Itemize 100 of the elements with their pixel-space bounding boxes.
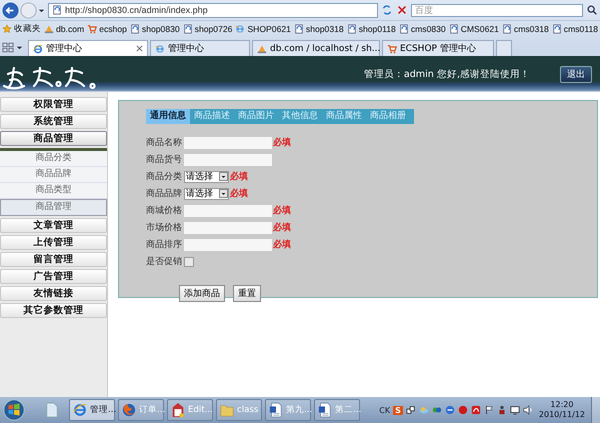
logout-button[interactable]: 退出 — [560, 66, 592, 82]
input-field[interactable] — [184, 222, 272, 234]
required-mark: 必填 — [273, 136, 291, 149]
form-button[interactable]: 添加商品 — [179, 285, 225, 302]
show-desktop-button[interactable] — [591, 397, 600, 423]
input-language-indicator[interactable]: CK — [379, 406, 390, 414]
menu-item[interactable]: 上传管理 — [0, 235, 107, 250]
page-icon — [448, 24, 459, 34]
network-icon[interactable] — [406, 405, 416, 415]
menu-item[interactable]: 系统管理 — [0, 114, 107, 129]
browser-tab[interactable]: 管理中心 — [28, 40, 148, 56]
select-field[interactable]: 请选择 — [184, 170, 229, 182]
dropdown-arrow-icon[interactable] — [38, 6, 45, 14]
field-label: 商品排序 — [146, 238, 182, 251]
flag-icon[interactable] — [484, 405, 494, 415]
menu-item[interactable]: 留言管理 — [0, 252, 107, 267]
document-icon — [318, 402, 332, 418]
taskbar-button[interactable]: 管理... — [69, 399, 115, 421]
menu-item[interactable]: 其它参数管理 — [0, 303, 107, 318]
field-label: 商品分类 — [146, 170, 182, 183]
stop-icon[interactable] — [396, 4, 408, 16]
sail-icon — [44, 24, 54, 34]
page-icon — [346, 24, 357, 34]
field-label: 商品品牌 — [146, 188, 182, 200]
sail-icon — [257, 44, 267, 54]
menu-item[interactable]: 权限管理 — [0, 97, 107, 112]
ie-logo-icon — [33, 44, 43, 54]
back-button[interactable] — [2, 2, 19, 18]
field-label: 商品名称 — [146, 136, 182, 149]
firefox-icon — [122, 402, 136, 418]
field-label: 是否促销 — [146, 256, 182, 268]
input-method-badge[interactable]: S — [393, 406, 403, 414]
globe-icon — [155, 44, 165, 54]
favorite-link[interactable]: shop0726 — [182, 24, 232, 34]
required-mark: 必填 — [273, 238, 291, 251]
input-field[interactable] — [184, 204, 272, 216]
file-icon — [45, 402, 59, 418]
record-icon[interactable] — [458, 405, 468, 415]
input-field[interactable] — [184, 136, 272, 148]
submenu-item[interactable]: 商品分类 — [0, 151, 107, 167]
editor-icon — [171, 402, 185, 418]
figure-icon[interactable] — [496, 405, 507, 415]
required-mark: 必填 — [273, 221, 291, 234]
ie-logo-icon — [73, 402, 87, 418]
favorite-link[interactable]: cms0318 — [502, 24, 549, 34]
required-mark: 必填 — [230, 170, 248, 183]
start-button[interactable] — [3, 399, 25, 421]
menu-item[interactable]: 友情链接 — [0, 286, 107, 301]
favorite-link[interactable]: cms0830 — [398, 24, 446, 34]
field-label: 商品货号 — [146, 154, 182, 166]
greeting-text: 管理员：admin 您好,感谢登陆使用！ — [364, 68, 530, 80]
favorite-link[interactable]: shop0830 — [130, 24, 180, 34]
field-label: 商城价格 — [146, 204, 182, 217]
clock-time[interactable]: 12:20 — [550, 400, 574, 410]
document-icon — [269, 402, 283, 418]
favorite-link[interactable]: ecshop — [87, 24, 127, 34]
favorite-link[interactable]: cms0118 — [552, 24, 598, 34]
refresh-icon[interactable] — [381, 4, 393, 16]
quick-tabs-icon[interactable] — [2, 42, 14, 53]
favorite-link[interactable]: CMS0621 — [448, 24, 499, 34]
browser-tab[interactable]: 管理中心 — [150, 40, 250, 56]
browser-tab[interactable]: db.com / localhost / sh... — [252, 40, 380, 56]
menu-item[interactable]: 文章管理 — [0, 218, 107, 233]
submenu-item[interactable]: 商品管理 — [0, 199, 107, 216]
required-mark: 必填 — [230, 187, 248, 200]
search-icon[interactable] — [586, 4, 598, 16]
browser-tab[interactable]: ECSHOP 管理中心 — [382, 40, 494, 56]
favorite-link[interactable]: SHOP0621 — [235, 24, 291, 34]
page-icon — [130, 24, 140, 34]
page-icon — [502, 24, 512, 34]
input-field[interactable] — [184, 238, 272, 250]
submenu-item[interactable]: 商品品牌 — [0, 167, 107, 183]
menu-item[interactable]: 广告管理 — [0, 269, 107, 284]
star-icon — [2, 24, 12, 34]
required-mark: 必填 — [273, 204, 291, 217]
form-button[interactable]: 重置 — [233, 285, 261, 302]
address-bar[interactable]: http://shop0830.cn/admin/index.php — [48, 2, 378, 18]
search-field[interactable]: 百度 — [411, 4, 583, 16]
cart-icon — [387, 44, 397, 54]
favorite-link[interactable]: 收藏夹 — [2, 23, 41, 35]
form-tab[interactable]: 通用信息 — [146, 109, 190, 124]
page-icon — [182, 24, 193, 34]
close-icon[interactable] — [136, 45, 143, 52]
checkbox[interactable] — [184, 256, 194, 266]
volume-icon[interactable] — [522, 405, 533, 415]
page-icon — [552, 24, 562, 34]
favorite-link[interactable]: shop0318 — [294, 24, 344, 34]
cart-icon — [87, 24, 98, 34]
clock-date[interactable]: 2010/11/12 — [538, 410, 585, 420]
menu-item[interactable]: 商品管理 — [0, 131, 107, 146]
page-icon — [294, 24, 304, 34]
favorite-link[interactable]: shop0118 — [346, 24, 396, 34]
tab-list-icon[interactable] — [16, 44, 23, 51]
globe-icon — [235, 24, 246, 34]
select-field[interactable]: 请选择 — [184, 188, 229, 200]
page-icon — [52, 5, 62, 15]
input-field[interactable] — [184, 154, 272, 166]
favorite-link[interactable]: db.com — [44, 24, 84, 34]
field-label: 市场价格 — [146, 222, 182, 234]
monitor-icon[interactable] — [510, 405, 520, 415]
